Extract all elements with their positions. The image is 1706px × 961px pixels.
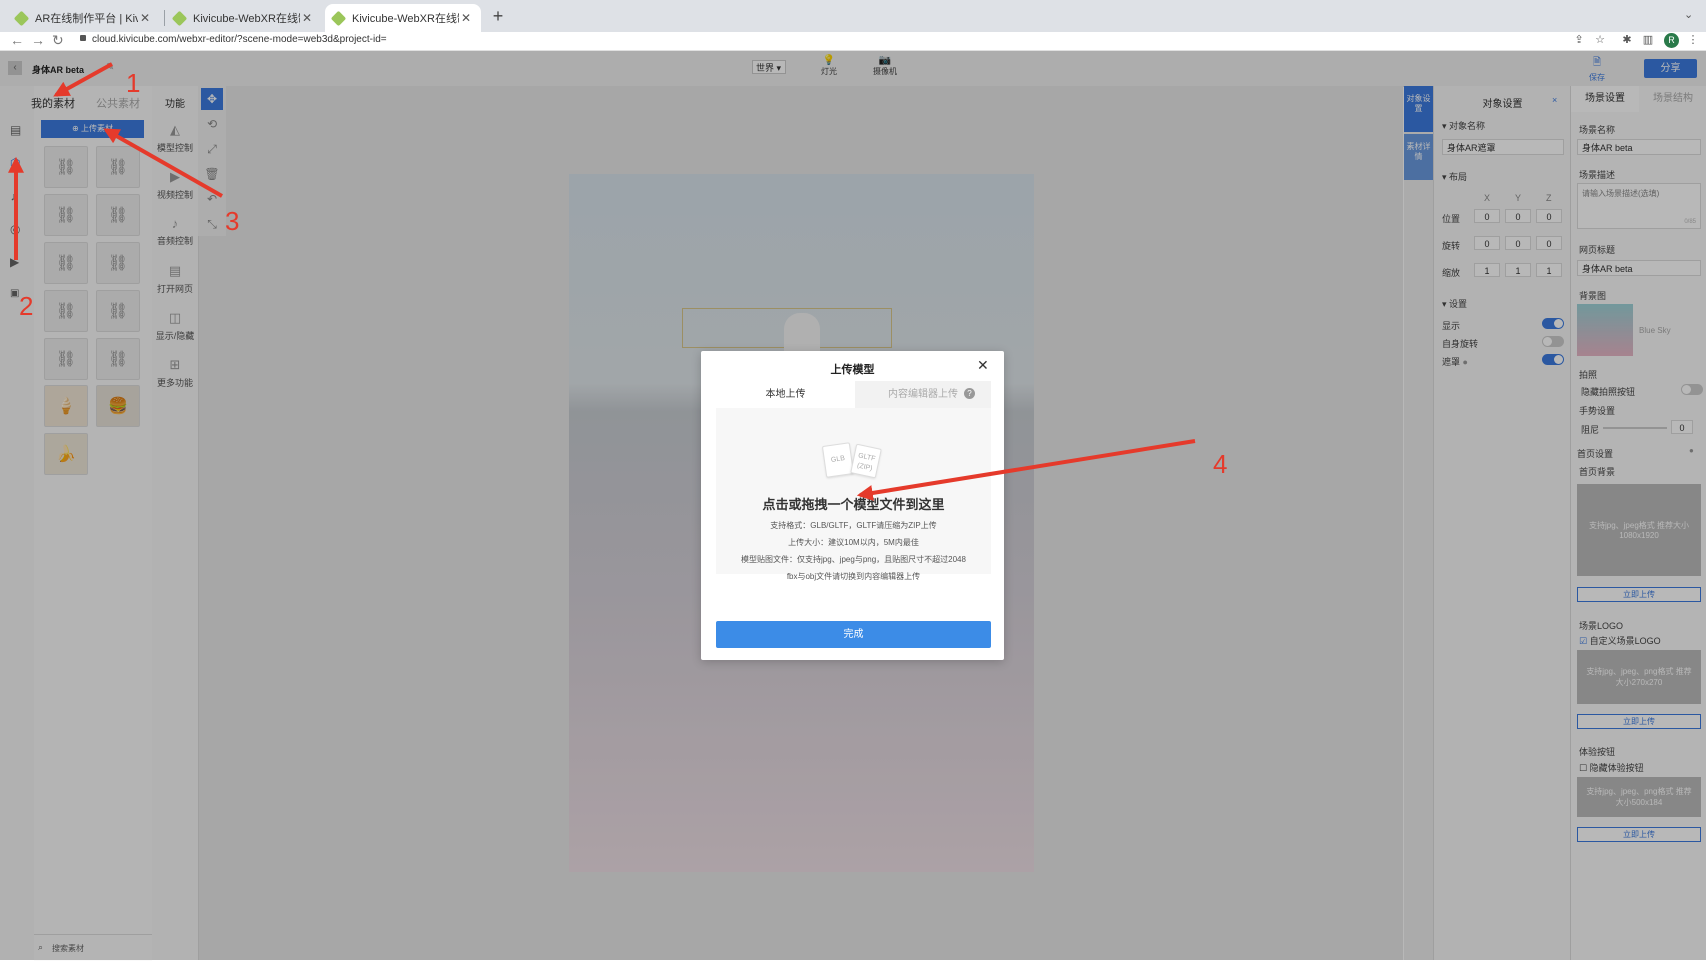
kivicube-favicon-icon <box>330 10 347 26</box>
tab-local-upload[interactable]: 本地上传 <box>716 381 855 408</box>
extensions-icon[interactable]: ✱ <box>1620 33 1634 47</box>
tab-divider <box>164 10 165 26</box>
share-page-icon[interactable]: ⇪ <box>1572 33 1586 47</box>
tab-title: Kivicube-WebXR在线制作平台 <box>193 13 300 25</box>
file-drop-zone[interactable]: GLB GLTF (ZIP) 点击或拖拽一个模型文件到这里 支持格式：GLB/G… <box>716 408 991 581</box>
close-tab-icon[interactable]: ✕ <box>138 11 152 25</box>
tab-search-icon[interactable]: ⌄ <box>1684 8 1693 21</box>
browser-tab[interactable]: Kivicube-WebXR在线制作平台 ✕ <box>166 4 322 32</box>
address-bar: ← → ↻ cloud.kivicube.com/webxr-editor/?s… <box>0 32 1706 51</box>
kivicube-favicon-icon <box>171 10 188 26</box>
size-hint: 上传大小：建议10M以内，5M内最佳 <box>788 538 919 547</box>
lock-icon <box>80 35 86 41</box>
url-text: cloud.kivicube.com/webxr-editor/?scene-m… <box>92 34 387 45</box>
close-tab-icon[interactable]: ✕ <box>300 11 314 25</box>
sidepanel-icon[interactable]: ▥ <box>1641 33 1655 47</box>
back-icon[interactable]: ← <box>10 32 24 48</box>
url-field[interactable]: cloud.kivicube.com/webxr-editor/?scene-m… <box>80 34 387 45</box>
reload-icon[interactable]: ↻ <box>52 32 64 48</box>
annotation-number-1: 1 <box>126 68 141 98</box>
close-icon[interactable]: ✕ <box>977 357 989 374</box>
browser-menu-icon[interactable]: ⋮ <box>1686 33 1700 47</box>
drop-zone-heading: 点击或拖拽一个模型文件到这里 <box>762 497 945 512</box>
tab-title: Kivicube-WebXR在线制作平台 <box>352 13 459 25</box>
tab-title: AR在线制作平台 | Kivicube-零基 <box>35 13 138 25</box>
annotation-number-2: 2 <box>19 291 34 321</box>
upload-model-dialog: 上传模型 ✕ 本地上传 内容编辑器上传 ? GLB GLTF (ZIP) 点击或… <box>701 351 1004 660</box>
new-tab-button[interactable]: + <box>488 6 508 26</box>
bookmark-star-icon[interactable]: ☆ <box>1593 33 1607 47</box>
texture-hint: 模型贴图文件：仅支持jpg、jpeg与png，且贴图尺寸不超过2048 <box>741 555 966 564</box>
browser-tab[interactable]: AR在线制作平台 | Kivicube-零基 ✕ <box>8 4 160 32</box>
fbx-obj-hint: fbx与obj文件请切换到内容编辑器上传 <box>786 572 921 581</box>
gltf-zip-file-icon: GLTF (ZIP) <box>850 443 882 479</box>
help-icon[interactable]: ? <box>964 388 975 399</box>
close-tab-icon[interactable]: ✕ <box>459 11 473 25</box>
forward-icon[interactable]: → <box>31 32 45 48</box>
browser-tab-bar: AR在线制作平台 | Kivicube-零基 ✕ Kivicube-WebXR在… <box>0 0 1706 32</box>
browser-tab-active[interactable]: Kivicube-WebXR在线制作平台 ✕ <box>325 4 481 32</box>
kivicube-favicon-icon <box>13 10 30 26</box>
annotation-number-3: 3 <box>225 206 240 236</box>
dialog-title: 上传模型 <box>830 364 875 376</box>
annotation-number-4: 4 <box>1213 449 1228 479</box>
done-button[interactable]: 完成 <box>716 621 991 648</box>
format-hint: 支持格式：GLB/GLTF，GLTF请压缩为ZIP上传 <box>770 521 937 530</box>
profile-avatar[interactable]: R <box>1664 33 1679 48</box>
glb-file-icon: GLB <box>821 442 855 478</box>
